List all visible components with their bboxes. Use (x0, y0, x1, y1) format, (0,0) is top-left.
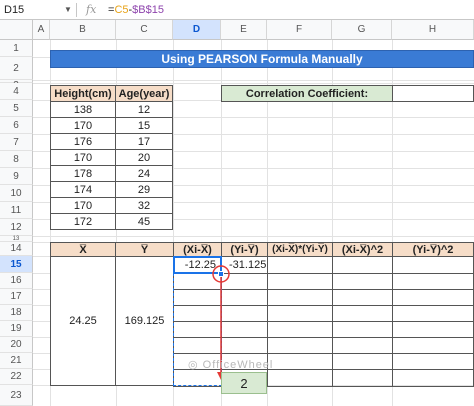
calc-cell[interactable] (392, 321, 474, 338)
y-dev-squared-header[interactable]: (Yi-Y̅)^2 (392, 242, 474, 257)
row-header-7[interactable]: 7 (0, 134, 33, 151)
x-mean-header[interactable]: X̅ (50, 242, 116, 257)
formula-input[interactable]: =C5-$B$15 (108, 0, 308, 20)
height-cell[interactable]: 172 (50, 213, 116, 230)
height-cell[interactable]: 170 (50, 197, 116, 214)
age-cell[interactable]: 12 (115, 101, 173, 118)
row-header-18[interactable]: 18 (0, 305, 33, 321)
age-cell[interactable]: 17 (115, 133, 173, 150)
age-cell[interactable]: 20 (115, 149, 173, 166)
row-header-17[interactable]: 17 (0, 289, 33, 305)
row-header-16[interactable]: 16 (0, 273, 33, 289)
height-cell[interactable]: 170 (50, 149, 116, 166)
col-header-a[interactable]: A (33, 20, 50, 40)
y-mean-value[interactable]: 169.125 (115, 256, 174, 386)
calc-cell[interactable] (332, 337, 393, 354)
height-cell[interactable]: 170 (50, 117, 116, 134)
calc-cell[interactable] (267, 289, 333, 306)
calc-cell[interactable] (267, 305, 333, 322)
row-header-8[interactable]: 8 (0, 151, 33, 168)
calc-cell[interactable] (392, 256, 474, 274)
row-header-14[interactable]: 14 (0, 242, 33, 256)
row-header-11[interactable]: 11 (0, 202, 33, 219)
formula-ref-c5: C5 (114, 4, 129, 16)
calc-cell[interactable] (392, 273, 474, 290)
row-header-9[interactable]: 9 (0, 168, 33, 185)
age-cell[interactable]: 15 (115, 117, 173, 134)
watermark-logo-icon: ◎ (188, 359, 203, 371)
row-header-20[interactable]: 20 (0, 337, 33, 353)
yi-minus-y-header[interactable]: (Yi-Y̅) (221, 242, 268, 257)
formula-ref-b15: $B$15 (132, 4, 164, 16)
row-header-1[interactable]: 1 (0, 40, 33, 57)
row-header-5[interactable]: 5 (0, 100, 33, 117)
calc-cell[interactable] (267, 321, 333, 338)
row-header-4[interactable]: 4 (0, 83, 33, 100)
age-header[interactable]: Age(year) (115, 85, 173, 102)
gridline-horizontal (33, 83, 474, 84)
x-dev-squared-header[interactable]: (Xi-X̅)^2 (332, 242, 393, 257)
row-header-22[interactable]: 22 (0, 369, 33, 385)
watermark: ◎ OfficeWheel (188, 356, 298, 374)
calc-cell[interactable] (392, 305, 474, 322)
col-header-g[interactable]: G (332, 20, 392, 40)
calc-cell[interactable] (332, 273, 393, 290)
correlation-value-cell[interactable] (392, 85, 474, 102)
age-cell[interactable]: 45 (115, 213, 173, 230)
product-header[interactable]: (Xi-X̅)*(Yi-Y̅) (267, 242, 333, 257)
height-header[interactable]: Height(cm) (50, 85, 116, 102)
height-cell[interactable]: 178 (50, 165, 116, 182)
correlation-label[interactable]: Correlation Coefficient: (221, 85, 393, 102)
calc-cell[interactable] (332, 289, 393, 306)
col-header-c[interactable]: C (116, 20, 173, 40)
calc-cell[interactable] (332, 353, 393, 370)
height-cell[interactable]: 174 (50, 181, 116, 198)
calc-cell[interactable] (392, 289, 474, 306)
age-cell[interactable]: 29 (115, 181, 173, 198)
watermark-text: OfficeWheel (202, 359, 274, 371)
calc-cell[interactable] (267, 337, 333, 354)
x-mean-value[interactable]: 24.25 (50, 256, 116, 386)
select-all-corner[interactable] (0, 20, 33, 40)
gridline-horizontal (33, 236, 474, 237)
row-header-10[interactable]: 10 (0, 185, 33, 202)
col-header-b[interactable]: B (50, 20, 116, 40)
row-header-2[interactable]: 2 (0, 57, 33, 80)
calc-cell[interactable] (332, 321, 393, 338)
calc-cell[interactable] (332, 256, 393, 274)
row-header-12[interactable]: 12 (0, 219, 33, 236)
row-header-23[interactable]: 23 (0, 385, 33, 406)
formula-bar-divider (76, 3, 77, 17)
col-header-d[interactable]: D (173, 20, 221, 40)
calc-cell[interactable] (392, 369, 474, 387)
age-cell[interactable]: 24 (115, 165, 173, 182)
calc-cell[interactable] (267, 256, 333, 274)
height-cell[interactable]: 176 (50, 133, 116, 150)
row-header-6[interactable]: 6 (0, 117, 33, 134)
col-header-e[interactable]: E (221, 20, 267, 40)
row-header-19[interactable]: 19 (0, 321, 33, 337)
row-header-15[interactable]: 15 (0, 256, 33, 273)
height-cell[interactable]: 138 (50, 101, 116, 118)
calc-cell[interactable] (392, 337, 474, 354)
sheet-title[interactable]: Using PEARSON Formula Manually (50, 50, 474, 68)
calc-cell[interactable] (332, 369, 393, 387)
y-mean-header[interactable]: Y̅ (115, 242, 174, 257)
name-box-dropdown-icon[interactable]: ▼ (64, 0, 74, 20)
fill-handle[interactable] (218, 271, 224, 277)
age-cell[interactable]: 32 (115, 197, 173, 214)
calc-cell[interactable] (392, 353, 474, 370)
row-header-21[interactable]: 21 (0, 353, 33, 369)
fx-icon: fx (86, 3, 97, 16)
col-header-f[interactable]: F (267, 20, 332, 40)
calc-cell[interactable] (332, 305, 393, 322)
xi-minus-x-header[interactable]: (Xi-X̅) (173, 242, 222, 257)
fill-count-tooltip: 2 (221, 372, 267, 394)
calc-cell[interactable] (267, 273, 333, 290)
col-header-h[interactable]: H (392, 20, 474, 40)
gridline-horizontal (33, 80, 474, 81)
